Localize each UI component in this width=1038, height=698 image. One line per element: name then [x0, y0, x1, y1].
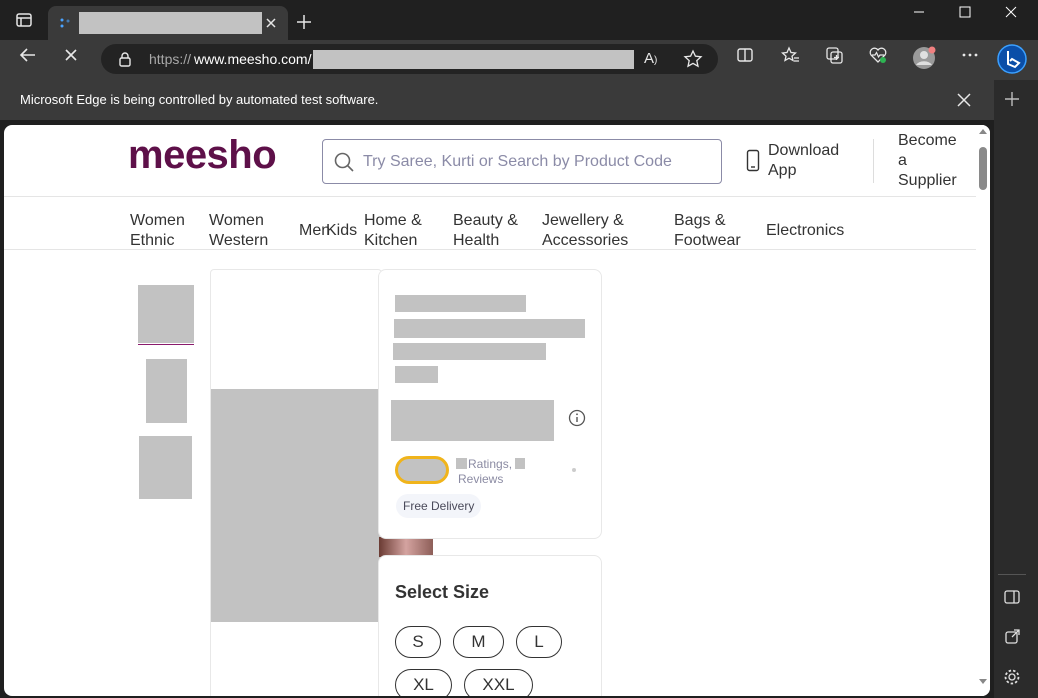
tab-title — [79, 12, 262, 34]
thumbnail-2[interactable] — [146, 359, 187, 423]
free-delivery-badge: Free Delivery — [396, 494, 482, 518]
select-size-title: Select Size — [395, 582, 490, 602]
maximize-icon[interactable] — [942, 0, 988, 32]
nav-jewellery-accessories[interactable]: Jewellery & Accessories — [542, 211, 628, 251]
hide-sidebar-icon[interactable] — [1003, 588, 1021, 606]
nav-kids[interactable]: Kids — [326, 221, 357, 241]
scrollbar-track[interactable] — [976, 125, 990, 696]
profile-icon[interactable] — [910, 45, 938, 73]
nav-beauty-health[interactable]: Beauty & Health — [453, 211, 518, 251]
scroll-up-arrow[interactable] — [979, 129, 987, 134]
minimize-icon[interactable] — [896, 0, 942, 32]
info-icon[interactable] — [568, 409, 586, 427]
product-title-line-1 — [395, 295, 526, 312]
scroll-down-arrow[interactable] — [979, 679, 987, 684]
automation-infobar: Microsoft Edge is being controlled by au… — [0, 80, 994, 120]
window-close-icon[interactable] — [988, 0, 1034, 32]
header-divider — [873, 139, 874, 183]
edge-sidebar — [994, 80, 1038, 698]
open-external-icon[interactable] — [1003, 628, 1021, 646]
nav-electronics[interactable]: Electronics — [766, 221, 844, 241]
collections-icon[interactable] — [820, 45, 848, 73]
become-supplier-link[interactable]: Become a Supplier — [898, 131, 957, 191]
nav-women-ethnic[interactable]: Women Ethnic — [130, 211, 185, 251]
active-tab[interactable] — [48, 6, 288, 40]
address-bar[interactable]: https:// www.meesho.com/ A) — [101, 44, 718, 74]
product-title-line-4 — [395, 366, 438, 383]
size-l-chip[interactable]: L — [516, 626, 562, 658]
product-info-card: Ratings, Reviews Free Delivery — [378, 269, 602, 539]
nav-home-kitchen[interactable]: Home & Kitchen — [364, 211, 422, 251]
read-aloud-icon[interactable]: A) — [644, 50, 662, 68]
rating-count — [456, 458, 467, 469]
tab-strip — [0, 0, 1038, 40]
infobar-close-icon[interactable] — [955, 91, 973, 109]
sidebar-divider — [998, 574, 1026, 575]
infobar-text: Microsoft Edge is being controlled by au… — [20, 92, 379, 107]
favorite-icon[interactable] — [683, 49, 703, 69]
copilot-icon[interactable] — [997, 44, 1027, 74]
tab-actions-icon[interactable] — [14, 10, 34, 30]
url-path — [313, 50, 634, 69]
product-title-line-2 — [394, 319, 585, 338]
nav-bags-footwear[interactable]: Bags & Footwear — [674, 211, 741, 251]
main-product-image[interactable] — [211, 389, 383, 622]
search-box[interactable]: Try Saree, Kurti or Search by Product Co… — [322, 139, 722, 184]
favorites-icon[interactable] — [776, 45, 804, 73]
review-count — [515, 458, 525, 469]
add-sidebar-icon[interactable] — [1003, 90, 1021, 108]
product-title-line-3 — [393, 343, 546, 360]
more-icon[interactable] — [956, 45, 984, 73]
search-input[interactable]: Try Saree, Kurti or Search by Product Co… — [363, 153, 672, 171]
download-app-link[interactable]: Download App — [768, 141, 839, 181]
size-xl-chip[interactable]: XL — [395, 669, 452, 696]
product-price — [391, 400, 554, 441]
size-selector-card: Select Size S M L XL XXL — [378, 555, 602, 696]
rating-badge — [395, 456, 449, 484]
stop-icon[interactable] — [57, 45, 85, 73]
loading-icon — [58, 16, 72, 30]
phone-icon — [746, 149, 760, 173]
web-page: meesho Try Saree, Kurti or Search by Pro… — [4, 125, 990, 696]
url-host: www.meesho.com/ — [194, 51, 312, 67]
size-xxl-chip[interactable]: XXL — [464, 669, 533, 696]
search-icon — [333, 151, 355, 173]
thumbnail-1[interactable] — [138, 285, 194, 345]
meesho-logo[interactable]: meesho — [128, 133, 277, 178]
split-screen-icon[interactable] — [731, 45, 759, 73]
size-s-chip[interactable]: S — [395, 626, 441, 658]
sidebar-settings-icon[interactable] — [1003, 668, 1021, 686]
close-tab-icon[interactable] — [262, 14, 280, 32]
site-header: meesho Try Saree, Kurti or Search by Pro… — [4, 125, 976, 197]
lock-icon[interactable] — [117, 51, 133, 67]
url-prefix: https:// — [149, 51, 192, 67]
thumbnail-3[interactable] — [139, 436, 192, 499]
size-m-chip[interactable]: M — [453, 626, 504, 658]
nav-women-western[interactable]: Women Western — [209, 211, 268, 251]
health-icon[interactable] — [864, 45, 892, 73]
category-nav: Women Ethnic Women Western Men Kids Home &… — [4, 197, 976, 250]
scrollbar-thumb[interactable] — [979, 147, 987, 190]
new-tab-icon[interactable] — [294, 12, 314, 32]
image-peek — [379, 537, 433, 557]
ratings-label: Ratings, — [468, 457, 513, 471]
back-icon[interactable] — [14, 45, 42, 73]
dot-separator — [572, 468, 576, 472]
reviews-label: Reviews — [458, 472, 504, 486]
